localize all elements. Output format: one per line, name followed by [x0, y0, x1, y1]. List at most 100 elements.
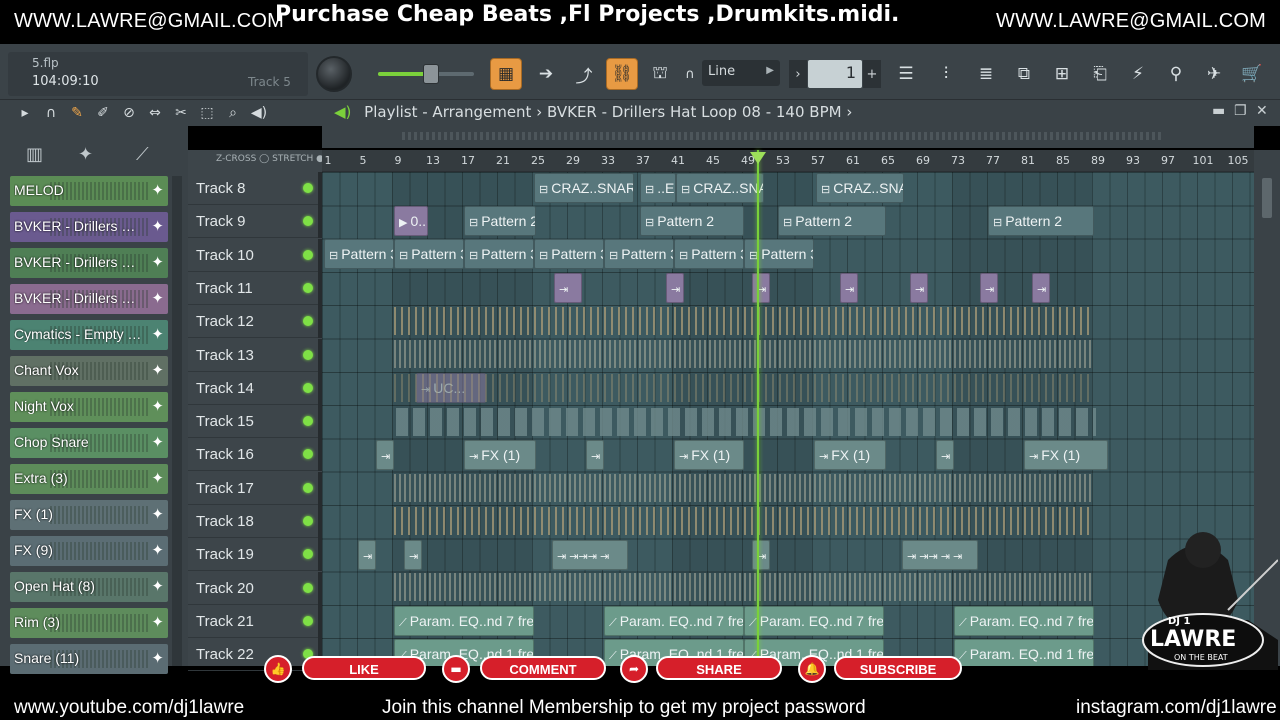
- mixer-icon[interactable]: ☰: [890, 58, 922, 90]
- waveform-icon[interactable]: ✦: [151, 541, 164, 559]
- waveform-icon[interactable]: ✦: [151, 613, 164, 631]
- clip-sample[interactable]: ⇥: [910, 273, 928, 303]
- waveform-icon[interactable]: ✦: [151, 505, 164, 523]
- playhead[interactable]: [756, 150, 759, 666]
- performance-icon[interactable]: ⎗: [1084, 58, 1116, 90]
- share-icon[interactable]: ➦: [620, 655, 648, 683]
- waveform-icon[interactable]: ✦: [151, 469, 164, 487]
- master-volume-slider[interactable]: [378, 64, 474, 84]
- clip-pattern-3[interactable]: ⊟ Pattern 3: [674, 239, 744, 269]
- clip-sample[interactable]: ⇥: [752, 273, 770, 303]
- chat-icon[interactable]: ✈: [1198, 58, 1230, 90]
- channel-scrollbar[interactable]: [172, 176, 182, 666]
- channel-button[interactable]: BVKER - Drillers Hat L... ✦: [10, 248, 168, 278]
- track-header[interactable]: Track 17: [188, 471, 322, 505]
- clip-pattern-2[interactable]: ⊟ Pattern 2: [988, 206, 1094, 236]
- track-header[interactable]: Track 16: [188, 438, 322, 472]
- channel-button[interactable]: MELOD ✦: [10, 176, 168, 206]
- channel-button[interactable]: BVKER - Drillers Kick... ✦: [10, 284, 168, 314]
- clip-pattern-3[interactable]: ⊟ Pattern 3: [464, 239, 534, 269]
- clip-pattern-3[interactable]: ⊟ Pattern 3: [324, 239, 394, 269]
- mute-icon[interactable]: ⇔: [144, 102, 166, 124]
- pencil-icon[interactable]: ✎: [66, 102, 88, 124]
- channel-rack-icon[interactable]: ⫶: [930, 58, 962, 90]
- clip-sample[interactable]: ⇥ ⇥⇥⇥ ⇥: [552, 540, 628, 570]
- clip-snare[interactable]: ⊟ ..E: [640, 173, 676, 203]
- arrangement-grid[interactable]: ⊟CRAZ..SNARE ⊟..E ⊟CRAZ..SNARE ⊟CRAZ..SN…: [322, 172, 1254, 666]
- clip-fx[interactable]: ⇥ FX (1): [674, 440, 744, 470]
- magnet-icon[interactable]: ∩: [680, 58, 700, 90]
- clip-pattern-3[interactable]: ⊟ Pattern 3: [534, 239, 604, 269]
- channel-button[interactable]: Chop Snare ✦: [10, 428, 168, 458]
- waveform-icon[interactable]: ✦: [151, 649, 164, 667]
- channel-button[interactable]: Chant Vox ✦: [10, 356, 168, 386]
- waveform-icon[interactable]: ✦: [151, 397, 164, 415]
- clip-sample[interactable]: ⇥: [358, 540, 376, 570]
- track-mute-led[interactable]: [303, 316, 313, 327]
- track-header[interactable]: Track 20: [188, 571, 322, 605]
- waveform-icon[interactable]: ✦: [151, 361, 164, 379]
- track-mute-led[interactable]: [303, 216, 313, 227]
- arrow-icon[interactable]: ➔: [530, 58, 562, 90]
- clip-pattern-3[interactable]: ⊟ Pattern 3: [604, 239, 674, 269]
- cursor-icon[interactable]: ⤴: [568, 58, 600, 90]
- track-header[interactable]: Track 18: [188, 505, 322, 538]
- track-mute-led[interactable]: [303, 282, 313, 293]
- track-header[interactable]: Track 8: [188, 172, 322, 205]
- track-header[interactable]: Track 14: [188, 371, 322, 405]
- timeline-ruler[interactable]: 1 5 9 13 17 21 25 29 33 37 41 45 49 53 57 61 65 69 73 77 81 8…: [322, 150, 1254, 172]
- pattern-prev-button[interactable]: ›: [789, 60, 807, 88]
- clip-automation[interactable]: ⟋Param. EQ..nd 1 freq: [954, 639, 1094, 666]
- clip-sample[interactable]: ⇥: [404, 540, 422, 570]
- clip-automation[interactable]: ⟋ Param. EQ..nd 7 freq: [604, 606, 744, 636]
- piano-roll-icon[interactable]: ▦: [490, 58, 522, 90]
- scrollbar-thumb[interactable]: [1262, 178, 1272, 218]
- clip-automation[interactable]: ⟋ Param. EQ..nd 7 freq: [394, 606, 534, 636]
- channel-button[interactable]: Cymatics - Empty Th... ✦: [10, 320, 168, 350]
- track-header[interactable]: Track 11: [188, 271, 322, 305]
- clip-snare[interactable]: ⊟CRAZ..SNARE: [816, 173, 904, 203]
- waveform-icon[interactable]: ✦: [151, 433, 164, 451]
- master-volume-thumb[interactable]: [422, 64, 439, 84]
- track-header[interactable]: Track 12: [188, 305, 322, 339]
- clip-snare[interactable]: ⊟CRAZ..SNARE: [534, 173, 634, 203]
- metronome-icon[interactable]: ⛫: [644, 58, 676, 90]
- track-mute-led[interactable]: [303, 482, 313, 493]
- browser-icon[interactable]: ⧉: [1008, 58, 1040, 90]
- clip-hat-pattern[interactable]: [394, 507, 1094, 535]
- clip-sample[interactable]: ⇥: [840, 273, 858, 303]
- track-mute-led[interactable]: [303, 549, 313, 560]
- channel-button[interactable]: Snare (11) ✦: [10, 644, 168, 674]
- pattern-add-button[interactable]: +: [863, 60, 881, 88]
- stamp-icon[interactable]: ⚲: [1160, 58, 1192, 90]
- playlist-overview[interactable]: [322, 126, 1254, 148]
- waveform-icon[interactable]: ✦: [151, 181, 164, 199]
- channel-button[interactable]: Rim (3) ✦: [10, 608, 168, 638]
- youtube-link[interactable]: www.youtube.com/dj1lawre: [14, 697, 244, 719]
- clip-pattern-2[interactable]: ⊟ Pattern 2: [464, 206, 536, 236]
- track-mute-led[interactable]: [303, 183, 313, 193]
- pattern-selector[interactable]: 1: [808, 60, 862, 88]
- current-pattern[interactable]: BVKER - Drillers Hat Loop 08 - 140 BPM: [547, 103, 842, 121]
- play-pattern-icon[interactable]: ◀): [334, 103, 351, 121]
- paint-icon[interactable]: ✐: [92, 102, 114, 124]
- track-mute-led[interactable]: [303, 449, 313, 460]
- clip-fx[interactable]: ⇥: [376, 440, 394, 470]
- clip-pattern[interactable]: ▶ 0...: [394, 206, 428, 236]
- channel-button[interactable]: Extra (3) ✦: [10, 464, 168, 494]
- clip-perc-pattern[interactable]: [396, 408, 1096, 436]
- clip-pattern-3[interactable]: ⊟ Pattern 3: [744, 239, 814, 269]
- clip-fx[interactable]: ⇥: [936, 440, 954, 470]
- thumbs-up-icon[interactable]: 👍: [264, 655, 292, 683]
- playlist-icon[interactable]: ≣: [970, 58, 1002, 90]
- instagram-link[interactable]: instagram.com/dj1lawre: [1076, 697, 1277, 719]
- clip-pattern-3[interactable]: ⊟ Pattern 3: [394, 239, 464, 269]
- link-icon[interactable]: ⛓: [606, 58, 638, 90]
- waveform-icon[interactable]: ✦: [151, 217, 164, 235]
- maximize-icon[interactable]: ❐: [1234, 103, 1247, 119]
- track-mute-led[interactable]: [303, 349, 313, 360]
- clip-sample[interactable]: ⇥: [554, 273, 582, 303]
- zoom-icon[interactable]: ⌕: [222, 102, 244, 124]
- magnet-snap-icon[interactable]: ∩: [40, 102, 62, 124]
- speaker-icon[interactable]: ◀): [248, 102, 270, 124]
